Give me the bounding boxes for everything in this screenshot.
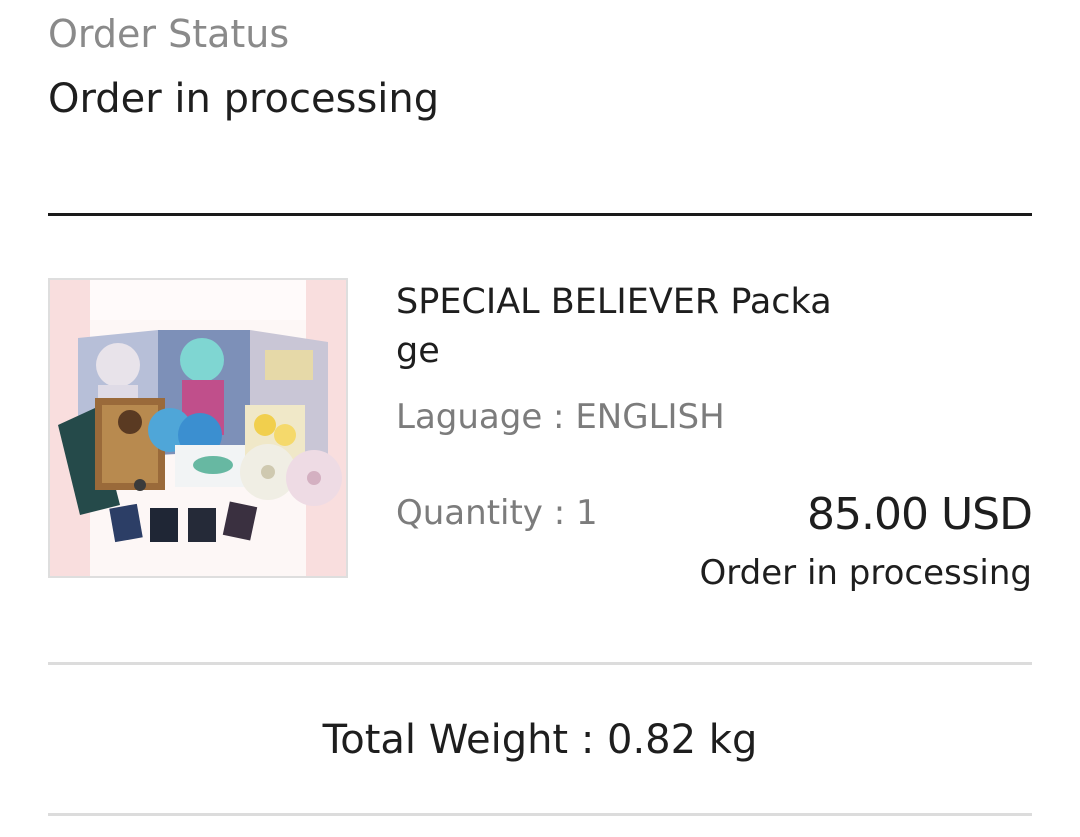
summary-divider xyxy=(48,813,1032,816)
product-package-image-icon xyxy=(50,280,346,576)
product-language: Laguage : ENGLISH xyxy=(396,397,725,437)
order-status-value: Order in processing xyxy=(48,76,440,122)
item-status: Order in processing xyxy=(699,553,1032,593)
item-divider xyxy=(48,662,1032,665)
product-quantity: Quantity : 1 xyxy=(396,493,598,533)
product-name[interactable]: SPECIAL BELIEVER Package xyxy=(396,278,836,376)
order-detail-page: Order Status Order in processing SPECIAL… xyxy=(0,0,1080,837)
section-divider xyxy=(48,213,1032,216)
total-weight: Total Weight : 0.82 kg xyxy=(322,717,758,763)
product-price: 85.00 USD xyxy=(807,489,1033,540)
order-status-label: Order Status xyxy=(48,12,290,56)
product-image[interactable] xyxy=(48,278,348,578)
